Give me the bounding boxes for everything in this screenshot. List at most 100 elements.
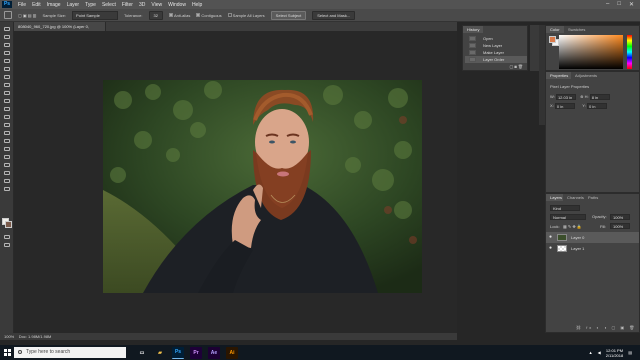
link-icon[interactable]: ⊗: [580, 94, 583, 99]
fill-input[interactable]: 100%: [610, 223, 630, 229]
x-input[interactable]: 0 in: [554, 103, 575, 109]
history-actions[interactable]: ▢ ◙ 🗑: [510, 64, 524, 69]
marquee-tool-icon[interactable]: [3, 34, 11, 40]
lasso-tool-icon[interactable]: [3, 42, 11, 48]
extra-tools-icon[interactable]: [3, 186, 11, 192]
clock[interactable]: 12:01 PM 2/11/2018: [606, 348, 624, 358]
menu-file[interactable]: File: [15, 2, 29, 8]
history-item[interactable]: Make Layer: [465, 49, 527, 56]
history-brush-tool-icon[interactable]: [3, 98, 11, 104]
document-tab[interactable]: 808040_960_720.jpg @ 100% (Layer 0, RGB/…: [14, 22, 106, 38]
volume-icon[interactable]: ◀: [598, 350, 601, 355]
pen-tool-icon[interactable]: [3, 138, 11, 144]
after-effects-taskbar-icon[interactable]: Ae: [208, 346, 220, 359]
hand-tool-icon[interactable]: [3, 170, 11, 176]
selection-mode-icons[interactable]: ▢ ▣ ▤ ▥: [18, 13, 36, 18]
blend-mode-select[interactable]: Normal: [550, 214, 586, 220]
layer-name[interactable]: Layer 0: [571, 232, 584, 243]
eyedropper-tool-icon[interactable]: [3, 66, 11, 72]
menu-window[interactable]: Window: [165, 2, 189, 8]
task-view-icon[interactable]: ▭: [136, 347, 148, 359]
history-panel: History Open New Layer Make Layer Layer …: [462, 25, 528, 71]
photoshop-logo: Ps: [2, 1, 12, 8]
tolerance-input[interactable]: 32: [148, 10, 163, 20]
magic-wand-tool-icon[interactable]: [4, 11, 12, 19]
brush-tool-icon[interactable]: [3, 82, 11, 88]
history-item[interactable]: Open: [465, 35, 527, 42]
tolerance-label: Tolerance:: [124, 12, 143, 18]
layer-filter-select[interactable]: Kind: [550, 205, 580, 211]
menu-filter[interactable]: Filter: [119, 2, 136, 8]
menu-select[interactable]: Select: [99, 2, 119, 8]
select-subject-button[interactable]: Select Subject: [270, 10, 307, 20]
layer-actions-bar[interactable]: ⛓ fx ◐ ◑ ▢ ▣ 🗑: [576, 325, 636, 330]
crop-tool-icon[interactable]: [3, 58, 11, 64]
minimize-icon[interactable]: –: [606, 1, 609, 8]
tab-paths[interactable]: Paths: [584, 194, 603, 201]
canvas-area[interactable]: [14, 31, 457, 333]
blur-tool-icon[interactable]: [3, 122, 11, 128]
foreground-color-chip[interactable]: [549, 36, 556, 43]
clone-stamp-tool-icon[interactable]: [3, 90, 11, 96]
hue-slider[interactable]: [627, 35, 632, 69]
tab-color[interactable]: Color: [546, 26, 564, 33]
menu-layer[interactable]: Layer: [64, 2, 83, 8]
menu-help[interactable]: Help: [189, 2, 205, 8]
taskbar-search[interactable]: Type here to search: [14, 347, 126, 358]
quick-mask-icon[interactable]: [3, 234, 11, 240]
notifications-icon[interactable]: ▤: [628, 350, 632, 355]
sample-all-layers-checkbox[interactable]: Sample All Layers: [227, 13, 265, 18]
path-selection-tool-icon[interactable]: [3, 154, 11, 160]
screen-mode-icon[interactable]: [3, 242, 11, 248]
type-tool-icon[interactable]: [3, 146, 11, 152]
history-item[interactable]: Layer Order: [465, 56, 527, 63]
menu-3d[interactable]: 3D: [136, 2, 148, 8]
doc-size[interactable]: Doc: 1.98M/1.98M: [19, 334, 52, 339]
history-item[interactable]: New Layer: [465, 42, 527, 49]
anti-alias-checkbox[interactable]: Anti-alias: [168, 13, 190, 18]
zoom-tool-icon[interactable]: [3, 178, 11, 184]
background-color-swatch[interactable]: [5, 221, 12, 228]
eraser-tool-icon[interactable]: [3, 106, 11, 112]
color-spectrum-field[interactable]: [559, 35, 623, 69]
height-input[interactable]: 8 in: [589, 94, 610, 100]
menu-type[interactable]: Type: [82, 2, 99, 8]
tab-history[interactable]: History: [463, 26, 484, 33]
y-input[interactable]: 0 in: [586, 103, 607, 109]
tab-adjustments[interactable]: Adjustments: [571, 72, 602, 79]
photo-canvas[interactable]: [103, 80, 422, 293]
layer-row[interactable]: ● Layer 0: [546, 232, 639, 243]
sample-size-select[interactable]: Point Sample: [72, 10, 119, 20]
width-input[interactable]: 12.03 in: [555, 94, 576, 100]
portrait-photo: [103, 80, 422, 293]
contiguous-checkbox[interactable]: Contiguous: [196, 13, 222, 18]
illustrator-taskbar-icon[interactable]: Ai: [226, 346, 238, 359]
tab-swatches[interactable]: Swatches: [564, 26, 590, 33]
magic-wand-tool-icon[interactable]: [3, 50, 11, 56]
menu-image[interactable]: Image: [44, 2, 64, 8]
rectangle-tool-icon[interactable]: [3, 162, 11, 168]
photoshop-taskbar-icon[interactable]: Ps: [172, 346, 184, 359]
start-button[interactable]: [0, 345, 14, 360]
visibility-eye-icon[interactable]: ●: [549, 246, 554, 251]
lock-icons[interactable]: ▦ ✎ ✥ 🔒: [563, 224, 582, 229]
zoom-level[interactable]: 100%: [4, 334, 14, 339]
premiere-taskbar-icon[interactable]: Pr: [190, 346, 202, 359]
gradient-tool-icon[interactable]: [3, 114, 11, 120]
file-explorer-icon[interactable]: ▰: [154, 347, 166, 359]
opacity-input[interactable]: 100%: [610, 214, 630, 220]
tab-properties[interactable]: Properties: [546, 72, 573, 79]
layer-name[interactable]: Layer 1: [571, 243, 584, 254]
move-tool-icon[interactable]: [3, 26, 11, 32]
history-state-icon: [469, 43, 476, 48]
close-icon[interactable]: ✕: [629, 1, 634, 8]
select-and-mask-button[interactable]: Select and Mask...: [312, 10, 356, 20]
healing-brush-tool-icon[interactable]: [3, 74, 11, 80]
dodge-tool-icon[interactable]: [3, 130, 11, 136]
menu-edit[interactable]: Edit: [29, 2, 44, 8]
visibility-eye-icon[interactable]: ●: [549, 235, 554, 240]
layer-row[interactable]: ● Layer 1: [546, 243, 639, 254]
network-icon[interactable]: ▲: [589, 350, 593, 355]
maximize-icon[interactable]: □: [617, 1, 621, 8]
menu-view[interactable]: View: [148, 2, 165, 8]
